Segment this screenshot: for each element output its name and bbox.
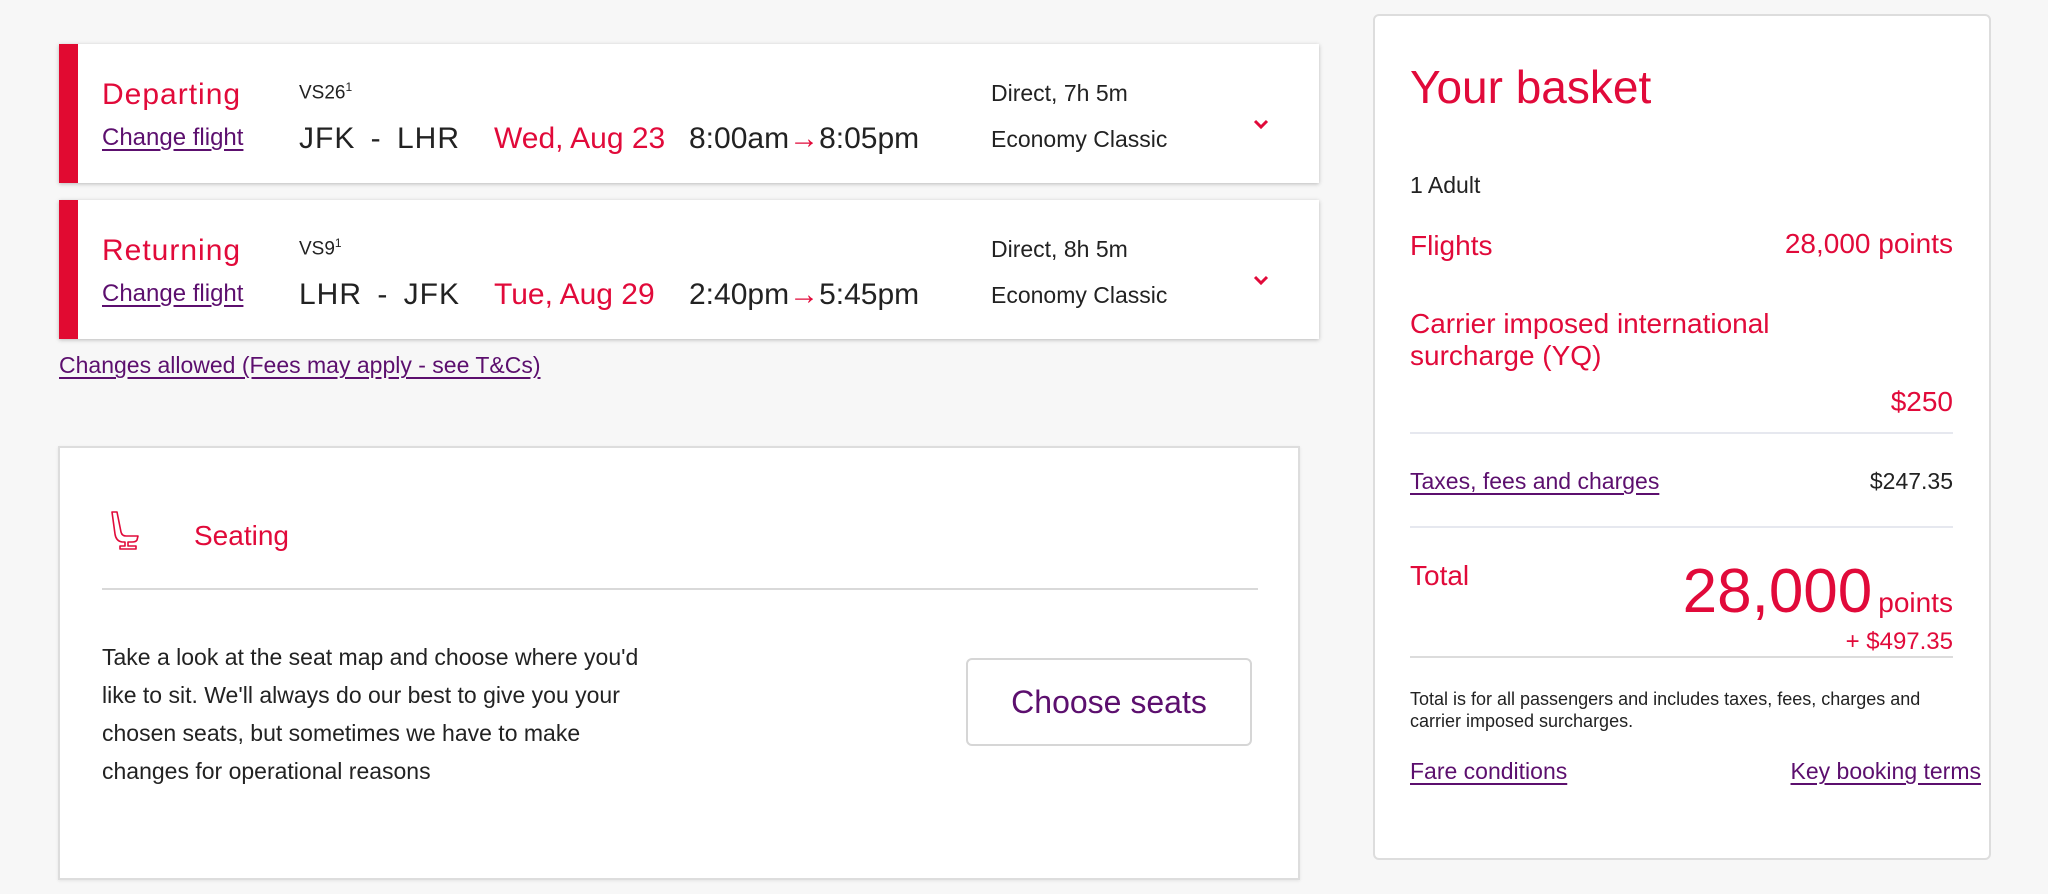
depart-time: 2:40pm: [689, 278, 790, 311]
seat-icon: [111, 511, 139, 550]
fare-conditions-link[interactable]: Fare conditions: [1410, 758, 1567, 785]
flight-route: LHR - JFK: [299, 278, 461, 311]
change-flight-link[interactable]: Change flight: [102, 124, 243, 152]
divider: [1410, 432, 1953, 434]
total-label: Total: [1410, 560, 1470, 591]
seating-card: Seating Take a look at the seat map and …: [58, 446, 1300, 880]
arrive-time: 5:45pm: [819, 278, 920, 311]
total-points: 28,000 points: [1683, 556, 1953, 627]
divider: [1410, 526, 1953, 528]
seating-description: Take a look at the seat map and choose w…: [102, 644, 639, 784]
flight-duration: Direct, 8h 5m: [991, 236, 1128, 262]
flights-value: 28,000 points: [1784, 228, 1953, 259]
depart-time: 8:00am: [689, 122, 790, 155]
taxes-fees-link[interactable]: Taxes, fees and charges: [1410, 468, 1659, 495]
changes-allowed-link[interactable]: Changes allowed (Fees may apply - see T&…: [59, 352, 541, 379]
total-points-value: 28,000: [1682, 557, 1873, 626]
surcharge-label: Carrier imposed international surcharge …: [1410, 308, 1770, 371]
flight-card-returning: Returning Change flight VS91 LHR - JFK T…: [59, 200, 1319, 339]
flight-times: 8:00am→8:05pm: [689, 122, 919, 156]
chevron-down-icon[interactable]: [1251, 114, 1271, 134]
flight-date: Tue, Aug 29: [494, 278, 655, 311]
basket-title: Your basket: [1410, 61, 1652, 113]
card-accent-bar: [59, 200, 78, 339]
flight-cabin: Economy Classic: [991, 126, 1168, 152]
arrive-time: 8:05pm: [819, 122, 920, 155]
change-flight-link[interactable]: Change flight: [102, 280, 243, 308]
passenger-count: 1 Adult: [1410, 172, 1481, 198]
flights-label: Flights: [1410, 230, 1493, 261]
flight-date: Wed, Aug 23: [494, 122, 666, 155]
seating-title: Seating: [194, 520, 289, 551]
total-cash: + $497.35: [1845, 628, 1953, 655]
flight-route: JFK - LHR: [299, 122, 461, 155]
flight-number: VS261: [299, 80, 352, 104]
total-points-unit: points: [1878, 587, 1953, 618]
flight-number-footnote: 1: [334, 236, 342, 250]
key-booking-terms-link[interactable]: Key booking terms: [1791, 758, 1981, 785]
flight-direction-label: Departing: [102, 78, 242, 111]
flight-number: VS91: [299, 236, 342, 260]
flight-duration: Direct, 7h 5m: [991, 80, 1128, 106]
total-note: Total is for all passengers and includes…: [1410, 689, 1921, 731]
taxes-value: $247.35: [1869, 468, 1953, 494]
flight-number-text: VS9: [299, 238, 335, 260]
flight-times: 2:40pm→5:45pm: [689, 278, 919, 312]
choose-seats-button[interactable]: Choose seats: [966, 658, 1252, 746]
basket-panel: Your basket 1 Adult Flights 28,000 point…: [1373, 14, 1991, 860]
divider: [1410, 656, 1953, 658]
divider: [102, 588, 1258, 590]
arrow-right-icon: →: [789, 278, 820, 311]
chevron-down-icon[interactable]: [1251, 270, 1271, 290]
flight-card-departing: Departing Change flight VS261 JFK - LHR …: [59, 44, 1319, 183]
flight-direction-label: Returning: [102, 234, 242, 267]
flight-number-text: VS26: [299, 82, 346, 104]
card-accent-bar: [59, 44, 78, 183]
flight-number-footnote: 1: [345, 80, 353, 94]
surcharge-value: $250: [1890, 386, 1953, 417]
flight-cabin: Economy Classic: [991, 282, 1168, 308]
arrow-right-icon: →: [789, 122, 820, 155]
